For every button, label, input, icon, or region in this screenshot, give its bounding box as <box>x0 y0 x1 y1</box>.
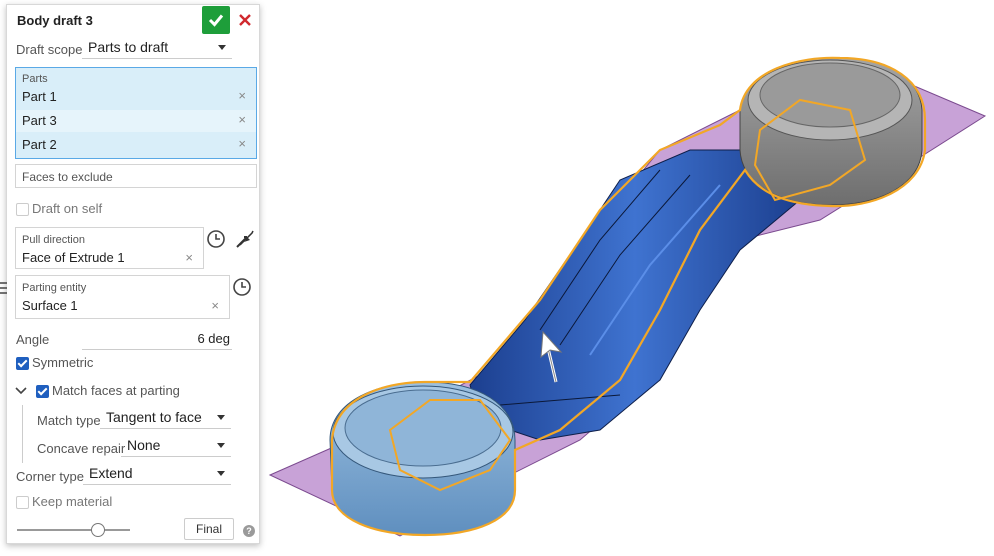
parts-selection-box[interactable]: Parts Part 1 × Part 3 × Part 2 × <box>15 67 257 159</box>
match-faces-label: Match faces at parting <box>52 383 180 398</box>
pull-direction-label: Pull direction <box>22 234 85 246</box>
parting-entity-field[interactable]: Parting entity Surface 1 × <box>15 275 230 319</box>
parting-entity-label: Parting entity <box>22 282 87 294</box>
corner-type-value: Extend <box>89 465 133 481</box>
list-icon[interactable] <box>0 281 7 295</box>
chevron-down-icon <box>217 415 225 420</box>
help-icon[interactable]: ? <box>243 525 255 537</box>
remove-part-icon[interactable]: × <box>238 88 246 103</box>
remove-part-icon[interactable]: × <box>238 136 246 151</box>
accept-button[interactable] <box>202 6 230 34</box>
draft-on-self-label: Draft on self <box>32 201 103 216</box>
remove-pull-direction-icon[interactable]: × <box>185 250 193 265</box>
angle-value: 6 deg <box>197 331 230 346</box>
chevron-down-icon[interactable] <box>15 386 27 396</box>
part-name: Part 2 <box>22 137 57 152</box>
group-indent-line <box>22 405 23 463</box>
part-boss-bottom-inner <box>344 389 502 467</box>
graphics-viewport[interactable] <box>262 0 994 556</box>
faces-to-exclude-field[interactable]: Faces to exclude <box>15 164 257 188</box>
symmetric-checkbox[interactable] <box>16 357 29 370</box>
rollback-slider-track[interactable] <box>17 529 130 531</box>
keep-material-label: Keep material <box>32 494 113 509</box>
match-type-select[interactable]: Tangent to face <box>100 408 231 429</box>
match-type-label: Match type <box>37 413 101 428</box>
concave-repair-value: None <box>127 437 161 453</box>
draft-scope-select[interactable]: Parts to draft <box>82 38 232 59</box>
match-faces-checkbox[interactable] <box>36 385 49 398</box>
chevron-down-icon <box>217 471 225 476</box>
part-name: Part 1 <box>22 89 57 104</box>
corner-type-select[interactable]: Extend <box>83 464 231 485</box>
part-boss-top-inner <box>759 62 901 128</box>
concave-repair-label: Concave repair <box>37 441 126 456</box>
dialog-title: Body draft 3 <box>17 13 93 28</box>
faces-to-exclude-placeholder: Faces to exclude <box>22 170 113 184</box>
clock-icon[interactable] <box>232 277 252 297</box>
draft-scope-value: Parts to draft <box>88 39 169 55</box>
chevron-down-icon <box>217 443 225 448</box>
part-item[interactable]: Part 3 × <box>16 110 256 132</box>
keep-material-checkbox[interactable] <box>16 496 29 509</box>
part-item[interactable]: Part 2 × <box>16 134 256 156</box>
concave-repair-select[interactable]: None <box>121 436 231 457</box>
remove-part-icon[interactable]: × <box>238 112 246 127</box>
cancel-button[interactable] <box>235 9 255 31</box>
parts-label: Parts <box>22 73 48 85</box>
part-body-blue <box>469 149 801 441</box>
close-icon <box>239 14 251 26</box>
angle-input[interactable]: 6 deg <box>82 329 232 350</box>
body-draft-dialog: Body draft 3 Draft scope Parts to draft … <box>0 4 260 544</box>
check-icon <box>208 14 224 27</box>
dialog-titlebar: Body draft 3 <box>7 5 259 35</box>
remove-parting-entity-icon[interactable]: × <box>211 298 219 313</box>
parting-entity-value: Surface 1 <box>22 298 78 313</box>
chevron-down-icon <box>218 45 226 50</box>
corner-type-label: Corner type <box>16 469 84 484</box>
pull-direction-value: Face of Extrude 1 <box>22 250 125 265</box>
part-name: Part 3 <box>22 113 57 128</box>
symmetric-label: Symmetric <box>32 355 94 370</box>
angle-label: Angle <box>16 332 50 347</box>
flip-direction-icon[interactable] <box>234 228 256 250</box>
match-type-value: Tangent to face <box>106 409 202 425</box>
final-button[interactable]: Final <box>184 518 234 540</box>
draft-on-self-checkbox[interactable] <box>16 203 29 216</box>
part-item[interactable]: Part 1 × <box>16 86 256 108</box>
rollback-slider-handle[interactable] <box>91 523 105 537</box>
pull-direction-field[interactable]: Pull direction Face of Extrude 1 × <box>15 227 204 269</box>
draft-scope-label: Draft scope <box>16 42 83 57</box>
clock-icon[interactable] <box>206 229 226 249</box>
